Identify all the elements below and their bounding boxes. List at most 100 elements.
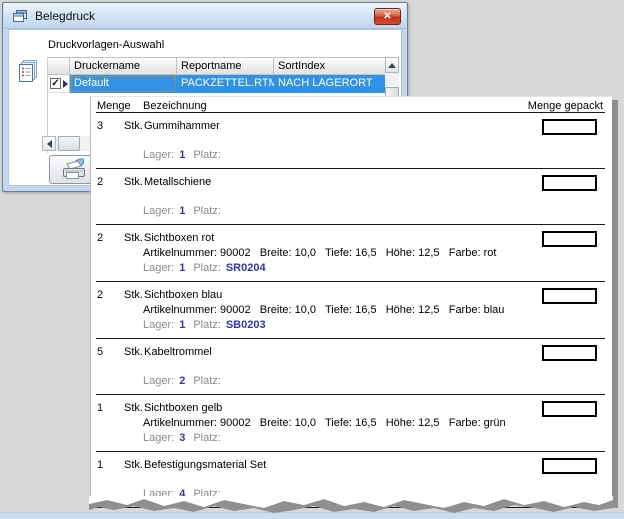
doc-item-row: 2Stk.Sichtboxen blau xyxy=(96,289,605,302)
doc-item-location: Lager:2Platz: xyxy=(143,375,605,388)
doc-item-detail: Artikelnummer: 90002 Breite: 10,0 Tiefe:… xyxy=(143,304,605,317)
doc-item-name: Befestigungsmaterial Set xyxy=(144,459,605,472)
doc-item-location: Lager:1Platz: xyxy=(143,149,605,162)
dialog-title: Belegdruck xyxy=(35,9,95,23)
report-stack-icon xyxy=(15,59,41,85)
platz-value: SR0204 xyxy=(226,262,266,274)
cell-reportname[interactable]: PACKZETTEL.RTM xyxy=(177,75,274,93)
doc-item-location: Lager:3Platz: xyxy=(143,432,605,445)
doc-item-spacer xyxy=(96,133,605,147)
document-right-shadow xyxy=(612,100,618,508)
platz-label: Platz: xyxy=(193,262,221,274)
lager-label: Lager: xyxy=(143,319,174,331)
grid-header-sortindex[interactable]: SortIndex xyxy=(274,57,386,75)
doc-item-unit: Stk. xyxy=(124,232,144,245)
menge-gepackt-input[interactable] xyxy=(542,458,597,474)
grid-header: Druckername Reportname SortIndex xyxy=(48,57,399,75)
lager-label: Lager: xyxy=(143,262,174,274)
doc-item-unit: Stk. xyxy=(124,120,144,133)
doc-item-row: 1Stk.Sichtboxen gelb xyxy=(96,402,605,415)
doc-item: 3Stk.GummihammerLager:1Platz: xyxy=(96,113,605,169)
doc-item-unit: Stk. xyxy=(124,459,144,472)
doc-item-detail: Artikelnummer: 90002 Breite: 10,0 Tiefe:… xyxy=(143,417,605,430)
grid-header-indicator[interactable] xyxy=(48,57,70,75)
doc-item-detail: Artikelnummer: 90002 Breite: 10,0 Tiefe:… xyxy=(143,247,605,260)
doc-item-unit: Stk. xyxy=(124,176,144,189)
doc-item-row: 2Stk.Sichtboxen rot xyxy=(96,232,605,245)
doc-item-name: Metallschiene xyxy=(144,176,605,189)
doc-item-location: Lager:1Platz: xyxy=(143,205,605,218)
cell-druckername[interactable]: Default xyxy=(70,75,177,93)
horizontal-scroll-thumb[interactable] xyxy=(58,136,80,151)
doc-item-spacer xyxy=(96,359,605,373)
row-indicator-cell[interactable]: ✓ xyxy=(48,75,70,93)
doc-item-row: 1Stk.Befestigungsmaterial Set xyxy=(96,459,605,472)
doc-item: 2Stk.MetallschieneLager:1Platz: xyxy=(96,169,605,225)
platz-label: Platz: xyxy=(193,375,221,387)
platz-label: Platz: xyxy=(193,319,221,331)
arrow-up-icon xyxy=(388,63,396,68)
doc-item-quantity: 2 xyxy=(96,176,124,189)
doc-item-quantity: 2 xyxy=(96,232,124,245)
doc-header-bezeichnung: Bezeichnung xyxy=(143,100,207,112)
torn-paper-edge xyxy=(89,496,613,516)
row-checkbox[interactable]: ✓ xyxy=(50,78,61,89)
doc-item-row: 2Stk.Metallschiene xyxy=(96,176,605,189)
doc-item-spacer xyxy=(96,472,605,486)
doc-header-menge: Menge xyxy=(97,100,131,112)
arrow-left-icon xyxy=(47,140,52,148)
table-row[interactable]: ✓ Default PACKZETTEL.RTM NACH LAGERORT xyxy=(48,75,399,93)
platz-label: Platz: xyxy=(193,149,221,161)
doc-item-unit: Stk. xyxy=(124,289,144,302)
doc-item-name: Kabeltrommel xyxy=(144,346,605,359)
menge-gepackt-input[interactable] xyxy=(542,231,597,247)
platz-value: SB0203 xyxy=(226,319,266,331)
scroll-up-button[interactable] xyxy=(385,57,399,73)
doc-item-list: 3Stk.GummihammerLager:1Platz:2Stk.Metall… xyxy=(90,113,612,508)
close-icon: ✕ xyxy=(383,11,391,22)
grid-header-reportname[interactable]: Reportname xyxy=(177,57,274,75)
screen: Belegdruck ✕ Druckvorlagen-Auswahl xyxy=(0,0,624,519)
close-button[interactable]: ✕ xyxy=(374,8,401,25)
doc-item-name: Sichtboxen gelb xyxy=(144,402,605,415)
scroll-left-button[interactable] xyxy=(42,136,56,151)
lager-value: 3 xyxy=(179,432,185,444)
menge-gepackt-input[interactable] xyxy=(542,119,597,135)
lager-value: 2 xyxy=(179,375,185,387)
lager-value: 1 xyxy=(179,262,185,274)
doc-item-name: Sichtboxen blau xyxy=(144,289,605,302)
packzettel-preview: Menge Bezeichnung Menge gepackt 3Stk.Gum… xyxy=(90,96,612,513)
lager-value: 1 xyxy=(179,149,185,161)
cell-sortindex[interactable]: NACH LAGERORT xyxy=(274,75,386,93)
current-row-arrow-icon xyxy=(63,80,68,88)
doc-item-location: Lager: 1 Platz: SR0204 xyxy=(143,262,605,275)
paper-content: Menge Bezeichnung Menge gepackt 3Stk.Gum… xyxy=(90,96,612,508)
doc-item-name: Sichtboxen rot xyxy=(144,232,605,245)
doc-item: 1Stk.Sichtboxen gelb Artikelnummer: 90002… xyxy=(96,395,605,452)
platz-label: Platz: xyxy=(193,205,221,217)
doc-item-unit: Stk. xyxy=(124,346,144,359)
doc-column-header: Menge Bezeichnung Menge gepackt xyxy=(96,96,605,113)
menge-gepackt-input[interactable] xyxy=(542,345,597,361)
doc-item-row: 5Stk.Kabeltrommel xyxy=(96,346,605,359)
doc-item: 2Stk.Sichtboxen rot Artikelnummer: 90002 … xyxy=(96,225,605,282)
lager-value: 1 xyxy=(179,205,185,217)
grid-header-druckername[interactable]: Druckername xyxy=(70,57,177,75)
doc-header-menge-gepackt: Menge gepackt xyxy=(528,100,603,112)
doc-item: 5Stk.KabeltrommelLager:2Platz: xyxy=(96,339,605,395)
doc-item-spacer xyxy=(96,189,605,203)
doc-item-quantity: 5 xyxy=(96,346,124,359)
menge-gepackt-input[interactable] xyxy=(542,401,597,417)
window-icon xyxy=(12,9,28,23)
section-label: Druckvorlagen-Auswahl xyxy=(48,39,164,51)
menge-gepackt-input[interactable] xyxy=(542,175,597,191)
dialog-titlebar[interactable]: Belegdruck ✕ xyxy=(4,3,406,29)
lager-value: 1 xyxy=(179,319,185,331)
doc-item-row: 3Stk.Gummihammer xyxy=(96,120,605,133)
menge-gepackt-input[interactable] xyxy=(542,288,597,304)
doc-item-quantity: 2 xyxy=(96,289,124,302)
doc-item-location: Lager: 1 Platz: SB0203 xyxy=(143,319,605,332)
doc-item-quantity: 1 xyxy=(96,459,124,472)
printer-icon xyxy=(59,157,89,182)
doc-item-quantity: 1 xyxy=(96,402,124,415)
